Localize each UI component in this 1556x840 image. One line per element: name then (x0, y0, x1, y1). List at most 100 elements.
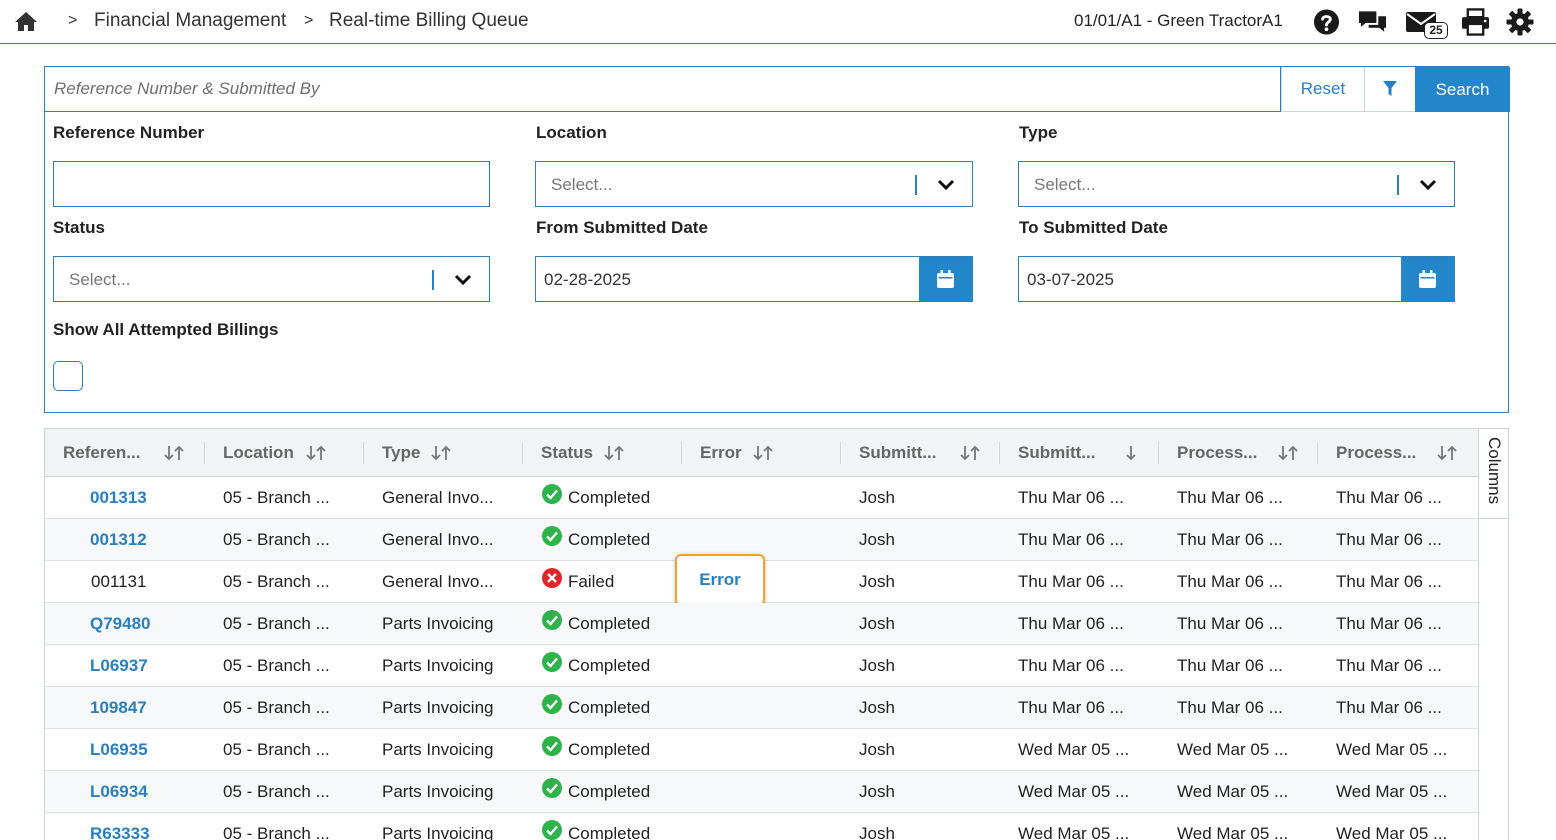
reference-number-link[interactable]: L06934 (90, 782, 190, 802)
grid-body: 001313 05 - Branch ... General Invo... Comp… (45, 477, 1478, 840)
error-details-button[interactable]: Error (675, 554, 765, 606)
type-cell: Parts Invoicing (382, 782, 494, 801)
column-header-label: Submitt... (859, 443, 937, 462)
type-cell: General Invo... (382, 488, 494, 507)
processed-date-cell: Thu Mar 06 ... (1336, 530, 1442, 549)
check-circle-icon (542, 736, 562, 756)
filter-button[interactable] (1365, 67, 1415, 112)
reference-number-link[interactable]: R63333 (90, 824, 190, 840)
columns-panel-toggle[interactable]: Columns (1478, 429, 1508, 519)
sort-icon[interactable] (305, 444, 327, 462)
check-circle-icon (542, 484, 562, 504)
search-input[interactable] (45, 67, 1281, 112)
table-row[interactable]: L06937 05 - Branch ... Parts Invoicing Comp… (45, 645, 1478, 687)
print-icon[interactable] (1461, 8, 1490, 36)
location-label: Location (536, 123, 607, 142)
table-row[interactable]: 001131 05 - Branch ... General Invo... Fail… (45, 554, 1478, 606)
location-cell: 05 - Branch ... (223, 488, 330, 507)
error-circle-icon (542, 568, 562, 588)
reset-button[interactable]: Reset (1281, 67, 1365, 112)
column-header-error[interactable]: Error (682, 429, 841, 477)
type-select[interactable]: Select... (1018, 161, 1455, 207)
location-cell: 05 - Branch ... (223, 782, 330, 801)
submitted-by-cell: Josh (859, 572, 895, 591)
processed-date-cell: Wed Mar 05 ... (1336, 740, 1448, 759)
reference-number-link[interactable]: Q79480 (90, 614, 190, 634)
sort-icon[interactable] (603, 444, 625, 462)
column-header-label: Process... (1336, 443, 1417, 462)
status-text: Completed (568, 782, 651, 801)
table-row[interactable]: L06935 05 - Branch ... Parts Invoicing Comp… (45, 729, 1478, 771)
chevron-down-icon (937, 179, 955, 191)
submitted-date-cell: Thu Mar 06 ... (1018, 530, 1124, 549)
submitted-date-cell: Thu Mar 06 ... (1018, 656, 1124, 675)
column-header-processed-2[interactable]: Process... (1318, 429, 1478, 477)
status-text: Completed (568, 614, 651, 633)
submitted-by-cell: Josh (859, 782, 895, 801)
sort-icon[interactable] (1277, 444, 1299, 462)
column-header-submitted-by[interactable]: Submitt... (841, 429, 1000, 477)
location-cell: 05 - Branch ... (223, 530, 330, 549)
billing-grid: Referen... Location Type Status Error Su… (44, 428, 1509, 840)
from-date-field[interactable]: 02-28-2025 (535, 256, 973, 302)
location-cell: 05 - Branch ... (223, 824, 330, 840)
home-icon[interactable] (14, 10, 38, 32)
submitted-by-cell: Josh (859, 614, 895, 633)
sort-icon[interactable] (430, 444, 452, 462)
submitted-by-cell: Josh (859, 488, 895, 507)
gear-icon[interactable] (1506, 8, 1534, 36)
show-all-attempted-label: Show All Attempted Billings (53, 320, 279, 339)
grid-header: Referen... Location Type Status Error Su… (45, 429, 1478, 477)
table-row[interactable]: L06934 05 - Branch ... Parts Invoicing Comp… (45, 771, 1478, 813)
to-date-calendar-button[interactable] (1401, 257, 1454, 301)
column-header-processed-1[interactable]: Process... (1159, 429, 1318, 477)
column-header-status[interactable]: Status (523, 429, 682, 477)
table-row[interactable]: 001313 05 - Branch ... General Invo... Comp… (45, 477, 1478, 519)
breadcrumb-real-time-billing-queue: Real-time Billing Queue (329, 10, 529, 31)
status-text: Completed (568, 824, 651, 840)
reference-number-field[interactable] (53, 161, 490, 207)
column-header-label: Process... (1177, 443, 1258, 462)
chevron-down-icon (1419, 179, 1437, 191)
breadcrumb-financial-management[interactable]: Financial Management (94, 10, 286, 32)
reference-number-link[interactable]: L06937 (90, 656, 190, 676)
help-icon[interactable] (1313, 8, 1340, 36)
column-header-type[interactable]: Type (364, 429, 523, 477)
sort-icon[interactable] (752, 444, 774, 462)
sort-icon[interactable] (1436, 444, 1458, 462)
processed-date-cell: Thu Mar 06 ... (1336, 698, 1442, 717)
status-select[interactable]: Select... (53, 256, 490, 302)
from-date-calendar-button[interactable] (919, 257, 972, 301)
sort-icon[interactable] (959, 444, 981, 462)
to-date-label: To Submitted Date (1019, 218, 1168, 237)
reference-number-link[interactable]: 109847 (90, 698, 190, 718)
table-row[interactable]: Q79480 05 - Branch ... Parts Invoicing Comp… (45, 603, 1478, 645)
search-button[interactable]: Search (1415, 67, 1510, 112)
reference-number-link[interactable]: L06935 (90, 740, 190, 760)
current-location[interactable]: 01/01/A1 - Green TractorA1 (1074, 11, 1283, 31)
chat-icon[interactable] (1358, 8, 1387, 36)
sort-descending-icon[interactable] (1120, 444, 1142, 462)
reference-number-link[interactable]: 001312 (90, 530, 190, 550)
type-select-placeholder: Select... (1034, 175, 1096, 194)
location-select-placeholder: Select... (551, 175, 613, 194)
reference-number-link[interactable]: 001313 (90, 488, 190, 508)
processed-date-cell: Thu Mar 06 ... (1336, 614, 1442, 633)
table-row[interactable]: R63333 05 - Branch ... Parts Invoicing Comp… (45, 813, 1478, 840)
column-header-location[interactable]: Location (205, 429, 364, 477)
status-text: Completed (568, 488, 651, 507)
table-row[interactable]: 109847 05 - Branch ... Parts Invoicing Comp… (45, 687, 1478, 729)
show-all-attempted-checkbox[interactable] (53, 361, 83, 391)
to-date-field[interactable]: 03-07-2025 (1018, 256, 1455, 302)
location-select[interactable]: Select... (535, 161, 973, 207)
column-header-submitted-date[interactable]: Submitt... (1000, 429, 1159, 477)
from-date-label: From Submitted Date (536, 218, 708, 237)
select-divider (1397, 175, 1399, 195)
sort-icon[interactable] (163, 444, 185, 462)
column-header-reference[interactable]: Referen... (45, 429, 205, 477)
processed-date-cell: Wed Mar 05 ... (1177, 824, 1289, 840)
processed-date-cell: Thu Mar 06 ... (1177, 530, 1283, 549)
processed-date-cell: Thu Mar 06 ... (1336, 488, 1442, 507)
check-circle-icon (542, 610, 562, 630)
type-cell: Parts Invoicing (382, 740, 494, 759)
